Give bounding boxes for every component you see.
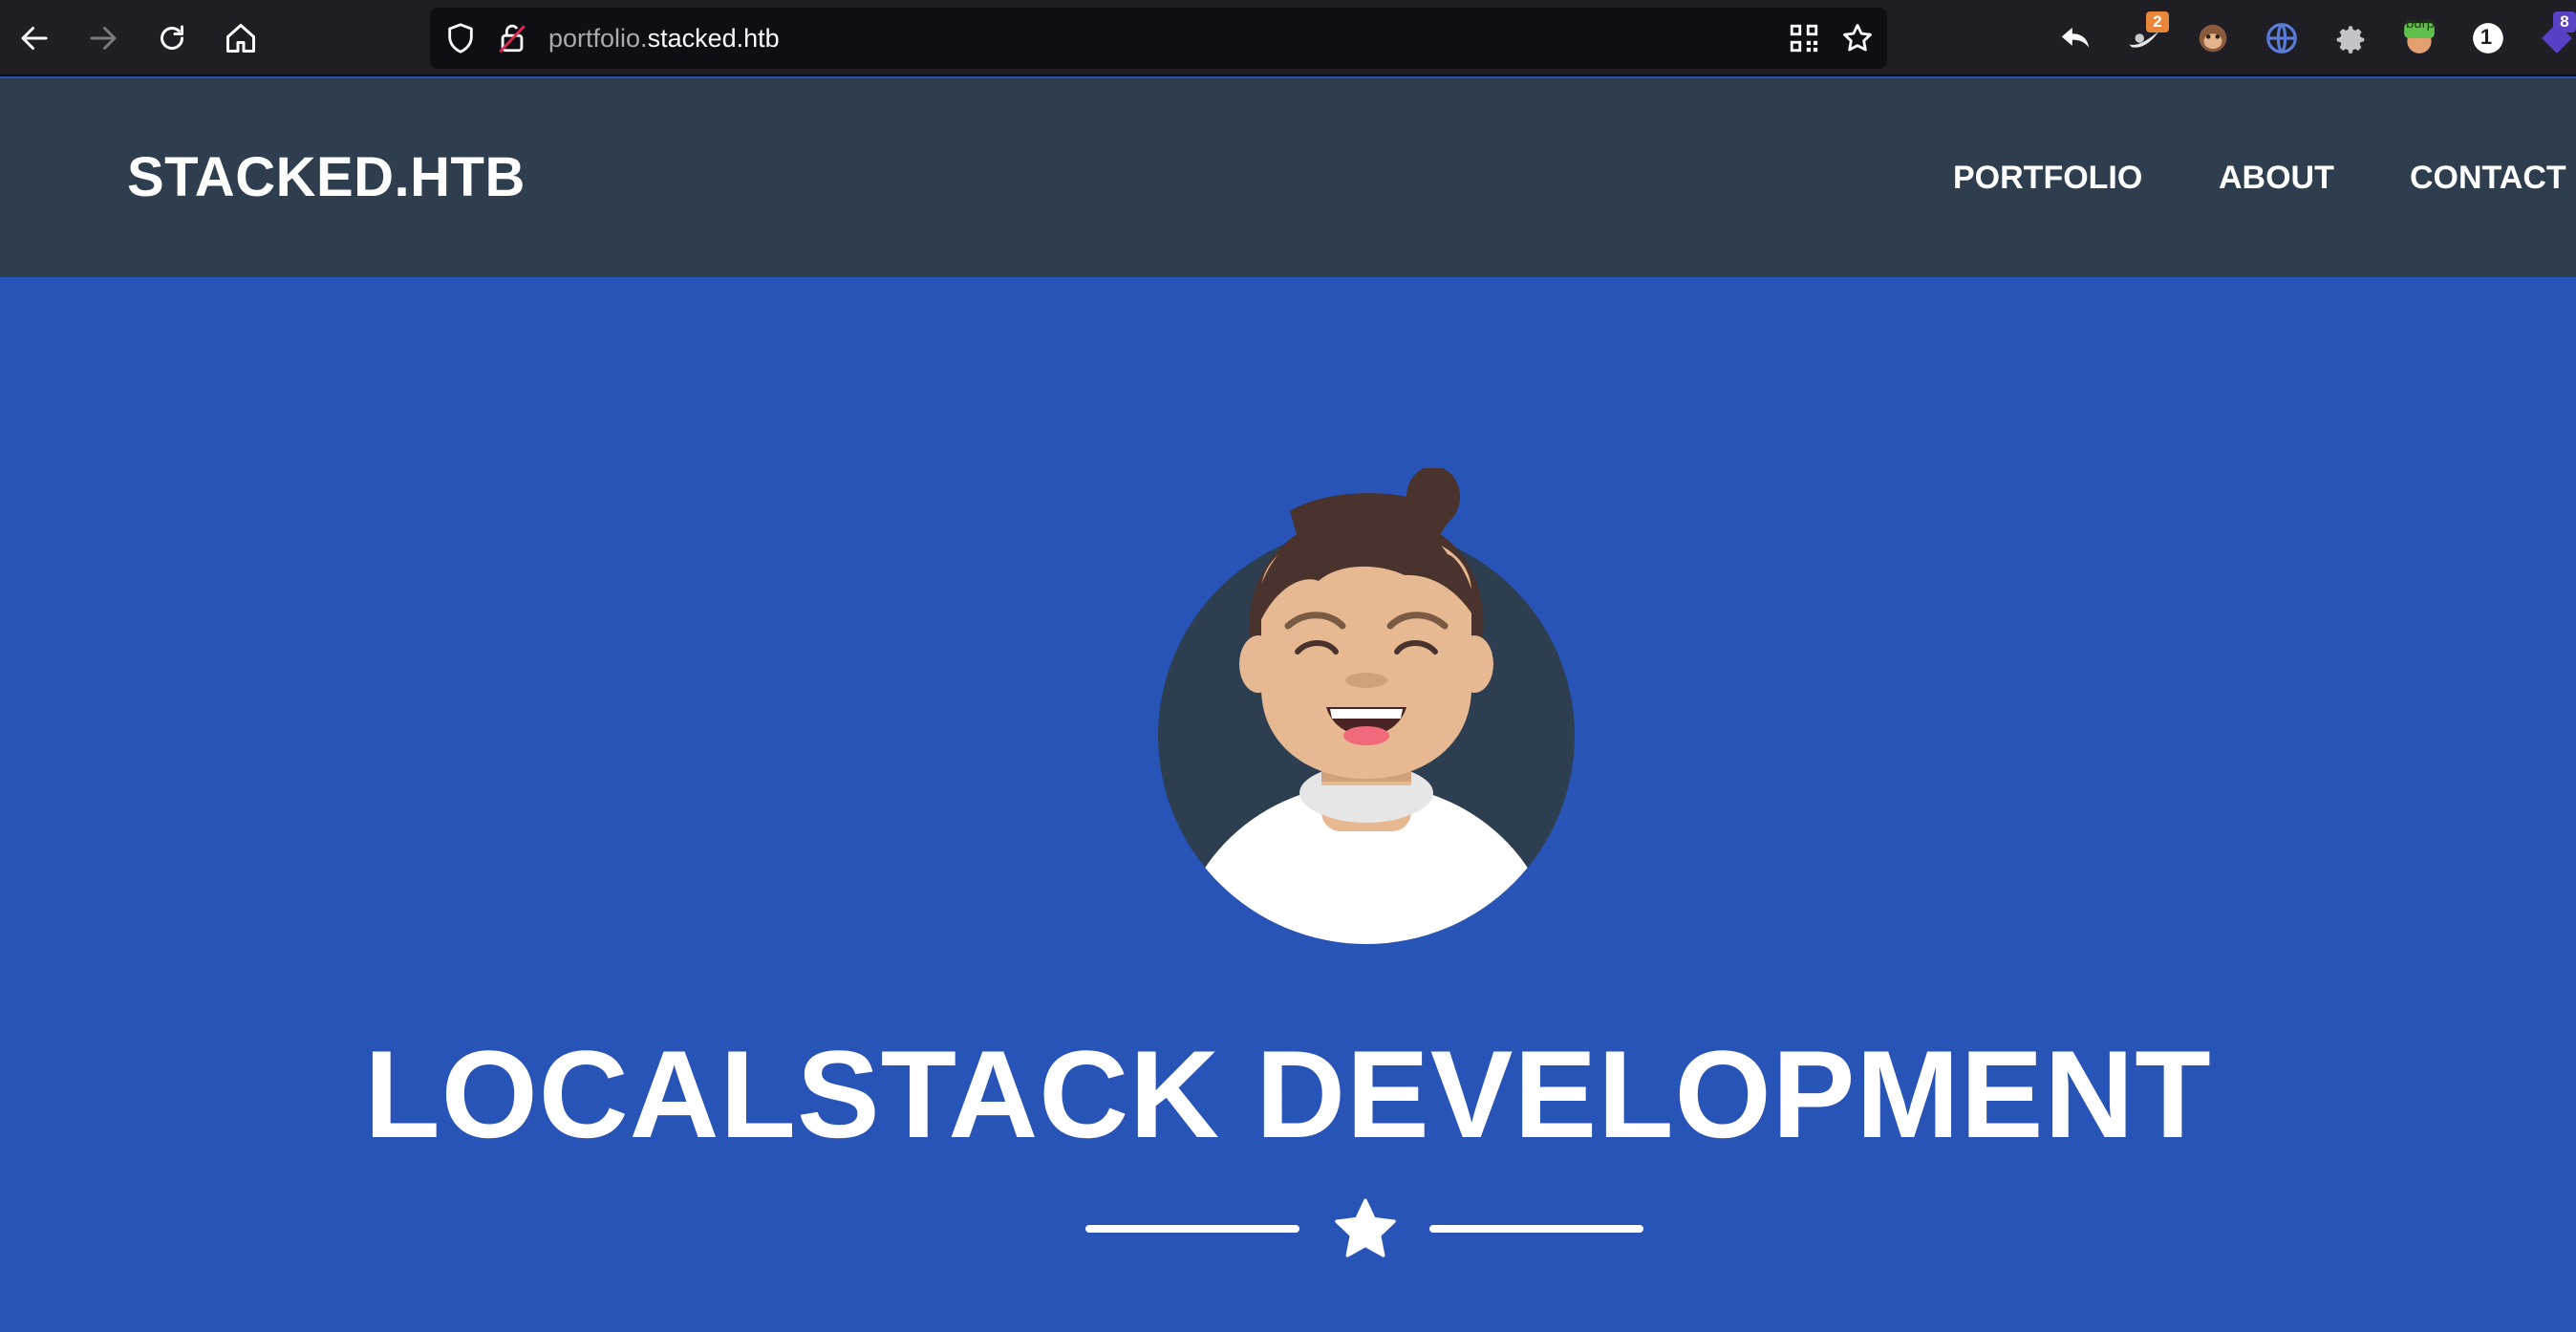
avatar-illustration <box>1158 468 1575 944</box>
site-navbar: STACKED.HTB PORTFOLIO ABOUT CONTACT <box>0 78 2576 277</box>
extension-with-badge[interactable]: 2 <box>2123 11 2169 59</box>
undo-extension[interactable] <box>2054 17 2096 59</box>
gear-icon <box>2336 26 2365 54</box>
url-bar[interactable]: portfolio.stacked.htb <box>430 8 1887 69</box>
browser-toolbar: portfolio.stacked.htb 2 burp 1 8 <box>0 0 2576 76</box>
undo-arrow-icon <box>2061 27 2090 48</box>
globe-extension[interactable] <box>2261 17 2303 59</box>
nav-link-portfolio[interactable]: PORTFOLIO <box>1953 78 2142 277</box>
insecure-lock-icon[interactable] <box>493 19 531 57</box>
home-button[interactable] <box>216 13 266 63</box>
extension-badge-purple: 8 <box>2553 11 2576 32</box>
reload-icon <box>161 25 183 50</box>
masthead: LOCALSTACK DEVELOPMENT <box>0 277 2576 1332</box>
onepassword-label: 1 <box>2479 25 2493 49</box>
masthead-heading: LOCALSTACK DEVELOPMENT <box>364 1024 2212 1164</box>
purple-extension[interactable]: 8 <box>2536 11 2576 59</box>
home-icon <box>226 24 255 53</box>
shield-icon[interactable] <box>441 19 480 57</box>
url-subdomain: portfolio. <box>548 24 648 53</box>
divider-line-left <box>1085 1225 1299 1233</box>
monkey-extension[interactable] <box>2192 17 2234 59</box>
url-host: stacked.htb <box>647 24 780 53</box>
star-icon <box>1335 1198 1396 1257</box>
bookmark-star-icon[interactable] <box>1838 19 1877 57</box>
arrow-right-icon <box>90 27 117 50</box>
nav-link-about[interactable]: ABOUT <box>2219 78 2334 277</box>
globe-icon <box>2266 23 2297 54</box>
monkey-icon <box>2199 24 2227 53</box>
back-button[interactable] <box>10 13 59 63</box>
burp-extension[interactable]: burp <box>2398 15 2440 59</box>
divider-line-right <box>1429 1225 1643 1233</box>
settings-extension[interactable] <box>2329 17 2372 59</box>
qr-code-icon[interactable] <box>1785 19 1823 57</box>
nav-link-contact[interactable]: CONTACT <box>2410 78 2566 277</box>
url-text[interactable]: portfolio.stacked.htb <box>548 8 780 69</box>
password-manager-extension[interactable]: 1 <box>2467 17 2509 59</box>
site-brand[interactable]: STACKED.HTB <box>127 78 526 277</box>
burp-label: burp <box>2405 15 2435 32</box>
forward-button[interactable] <box>78 13 128 63</box>
arrow-left-icon <box>21 27 48 50</box>
extension-badge: 2 <box>2146 11 2169 32</box>
reload-button[interactable] <box>147 13 197 63</box>
